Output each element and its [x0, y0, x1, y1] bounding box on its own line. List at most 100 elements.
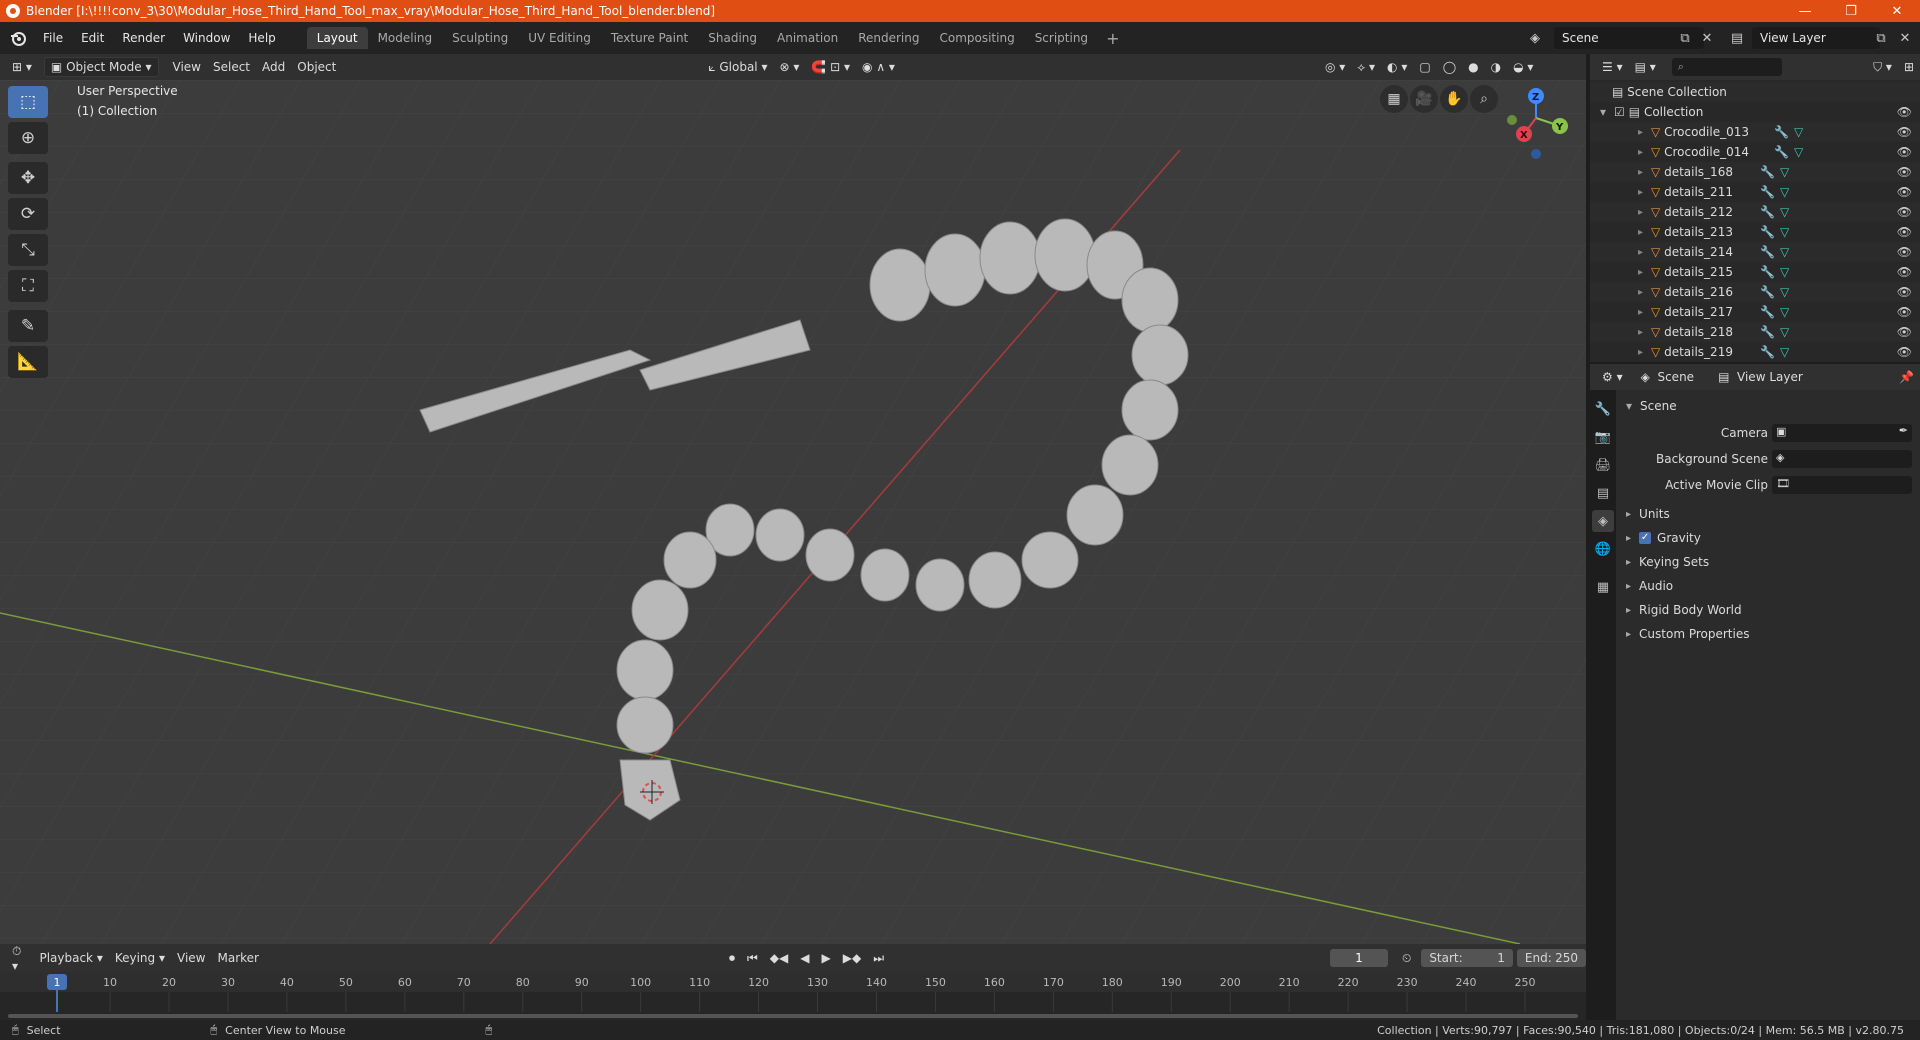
properties-editor-type-icon[interactable]: ⚙ ▾: [1596, 367, 1629, 387]
prev-keyframe-icon[interactable]: ◆◀: [764, 948, 794, 968]
menu-help[interactable]: Help: [239, 22, 284, 54]
expand-arrow-icon[interactable]: ▾: [1600, 105, 1606, 119]
transform-tool[interactable]: ⛶: [8, 270, 48, 302]
mesh-data-icon[interactable]: ▽: [1780, 265, 1789, 279]
viewport-menu-select[interactable]: Select: [207, 57, 256, 77]
start-frame-field[interactable]: Start: 1: [1421, 949, 1513, 967]
tab-sculpting[interactable]: Sculpting: [442, 27, 518, 49]
camera-view-icon[interactable]: 🎥: [1410, 85, 1438, 113]
overlay-toggle-icon[interactable]: ◐ ▾: [1381, 57, 1413, 77]
scale-tool[interactable]: ⤡: [8, 234, 48, 266]
outliner-row-object[interactable]: ▸ ▽ Crocodile_013 🔧 ▽ 👁: [1590, 122, 1920, 142]
expand-arrow-icon[interactable]: ▸: [1638, 287, 1643, 298]
eye-icon[interactable]: 👁: [1897, 165, 1912, 179]
shading-solid-icon[interactable]: ●: [1462, 57, 1484, 77]
outliner-row-object[interactable]: ▸ ▽ details_211 🔧 ▽ 👁: [1590, 182, 1920, 202]
eye-icon[interactable]: 👁: [1897, 305, 1912, 319]
3d-viewport[interactable]: User Perspective (1) Collection ▦ 🎥 ✋ ⌕ …: [0, 80, 1586, 944]
display-mode-icon[interactable]: ▤ ▾: [1629, 57, 1662, 77]
marker-menu[interactable]: Marker: [211, 948, 264, 968]
outliner-row-object[interactable]: ▸ ▽ details_216 🔧 ▽ 👁: [1590, 282, 1920, 302]
tab-compositing[interactable]: Compositing: [929, 27, 1024, 49]
annotate-tool[interactable]: ✎: [8, 310, 48, 342]
jump-end-icon[interactable]: ⏭: [867, 948, 890, 968]
outliner-row-object[interactable]: ▸ ▽ details_212 🔧 ▽ 👁: [1590, 202, 1920, 222]
modifier-icon[interactable]: 🔧: [1760, 245, 1775, 259]
playback-menu[interactable]: Playback ▾: [33, 948, 108, 968]
outliner-row-object[interactable]: ▸ ▽ details_214 🔧 ▽ 👁: [1590, 242, 1920, 262]
mesh-data-icon[interactable]: ▽: [1780, 305, 1789, 319]
mesh-data-icon[interactable]: ▽: [1780, 285, 1789, 299]
mesh-data-icon[interactable]: ▽: [1780, 325, 1789, 339]
eyedropper-icon[interactable]: ✒: [1899, 424, 1908, 437]
tab-modeling[interactable]: Modeling: [368, 27, 443, 49]
outliner-row-object[interactable]: ▸ ▽ details_217 🔧 ▽ 👁: [1590, 302, 1920, 322]
next-keyframe-icon[interactable]: ▶◆: [837, 948, 867, 968]
timeline-scrollbar[interactable]: [8, 1014, 1578, 1018]
tab-rendering[interactable]: Rendering: [848, 27, 929, 49]
eye-icon[interactable]: 👁: [1897, 125, 1912, 139]
expand-arrow-icon[interactable]: ▸: [1638, 267, 1643, 278]
tab-view-layer-breadcrumb[interactable]: ▤ View Layer: [1712, 367, 1809, 387]
mesh-data-icon[interactable]: ▽: [1780, 165, 1789, 179]
expand-arrow-icon[interactable]: ▸: [1638, 327, 1643, 338]
zoom-icon[interactable]: ⌕: [1470, 85, 1498, 113]
mesh-data-icon[interactable]: ▽: [1794, 145, 1803, 159]
pivot-point-icon[interactable]: ⊗ ▾: [773, 57, 805, 77]
panel-audio[interactable]: ▸ Audio: [1616, 574, 1920, 598]
close-button[interactable]: ✕: [1874, 0, 1920, 22]
outliner-row-object[interactable]: ▸ ▽ details_218 🔧 ▽ 👁: [1590, 322, 1920, 342]
outliner-row-collection[interactable]: ▾ ☑ ▤ Collection 👁: [1590, 102, 1920, 122]
panel-gravity[interactable]: ▸ ✓ Gravity: [1616, 526, 1920, 550]
menu-window[interactable]: Window: [174, 22, 239, 54]
outliner-row-object[interactable]: ▸ ▽ details_213 🔧 ▽ 👁: [1590, 222, 1920, 242]
new-scene-icon[interactable]: ⧉: [1674, 27, 1696, 49]
outliner-row-object[interactable]: ▸ ▽ Crocodile_014 🔧 ▽ 👁: [1590, 142, 1920, 162]
modifier-icon[interactable]: 🔧: [1774, 145, 1789, 159]
eye-icon[interactable]: 👁: [1897, 105, 1912, 119]
navigation-gizmo[interactable]: Z Y X: [1500, 80, 1580, 160]
camera-field[interactable]: ▣ ✒: [1772, 424, 1912, 442]
tab-shading[interactable]: Shading: [698, 27, 767, 49]
mesh-data-icon[interactable]: ▽: [1780, 245, 1789, 259]
select-box-tool[interactable]: ⬚: [8, 86, 48, 118]
outliner-row-object[interactable]: ▸ ▽ details_219 🔧 ▽ 👁: [1590, 342, 1920, 362]
texture-tab-icon[interactable]: ▦: [1592, 576, 1614, 598]
play-icon[interactable]: ▶: [816, 948, 837, 968]
modifier-icon[interactable]: 🔧: [1774, 125, 1789, 139]
proportional-editing-icon[interactable]: ◉ ∧ ▾: [856, 57, 901, 77]
eye-icon[interactable]: 👁: [1897, 185, 1912, 199]
checkbox-icon[interactable]: ☑: [1614, 105, 1625, 119]
eye-icon[interactable]: 👁: [1897, 265, 1912, 279]
expand-arrow-icon[interactable]: ▸: [1638, 207, 1643, 218]
scene-browse-icon[interactable]: ◈: [1524, 27, 1546, 49]
mesh-data-icon[interactable]: ▽: [1780, 205, 1789, 219]
pan-hand-icon[interactable]: ✋: [1440, 85, 1468, 113]
stopwatch-icon[interactable]: ⏲: [1396, 948, 1417, 968]
modifier-icon[interactable]: 🔧: [1760, 305, 1775, 319]
panel-keying-sets[interactable]: ▸ Keying Sets: [1616, 550, 1920, 574]
mesh-data-icon[interactable]: ▽: [1794, 125, 1803, 139]
timeline-area[interactable]: 1 10 20 30 40 50 60 70 80 90 100 110 120 130 140 150 160…: [0, 972, 1586, 1020]
menu-render[interactable]: Render: [113, 22, 174, 54]
tool-tab-icon[interactable]: 🔧: [1592, 398, 1614, 420]
eye-icon[interactable]: 👁: [1897, 325, 1912, 339]
modifier-icon[interactable]: 🔧: [1760, 325, 1775, 339]
record-icon[interactable]: ⏺: [723, 948, 741, 968]
expand-arrow-icon[interactable]: ▸: [1638, 307, 1643, 318]
maximize-button[interactable]: ❐: [1828, 0, 1874, 22]
expand-arrow-icon[interactable]: ▸: [1638, 127, 1643, 138]
outliner-search-input[interactable]: ⌕: [1671, 58, 1782, 76]
world-tab-icon[interactable]: 🌐: [1592, 538, 1614, 560]
tab-animation[interactable]: Animation: [767, 27, 848, 49]
measure-tool[interactable]: 📐: [8, 346, 48, 378]
jump-start-icon[interactable]: ⏮: [741, 948, 764, 968]
menu-file[interactable]: File: [34, 22, 72, 54]
modifier-icon[interactable]: 🔧: [1760, 285, 1775, 299]
outliner-editor-type-icon[interactable]: ☰ ▾: [1596, 57, 1629, 77]
keying-menu[interactable]: Keying ▾: [109, 948, 171, 968]
tab-uv-editing[interactable]: UV Editing: [518, 27, 601, 49]
eye-icon[interactable]: 👁: [1897, 145, 1912, 159]
shading-rendered-icon[interactable]: ◒ ▾: [1507, 57, 1539, 77]
eye-icon[interactable]: 👁: [1897, 225, 1912, 239]
